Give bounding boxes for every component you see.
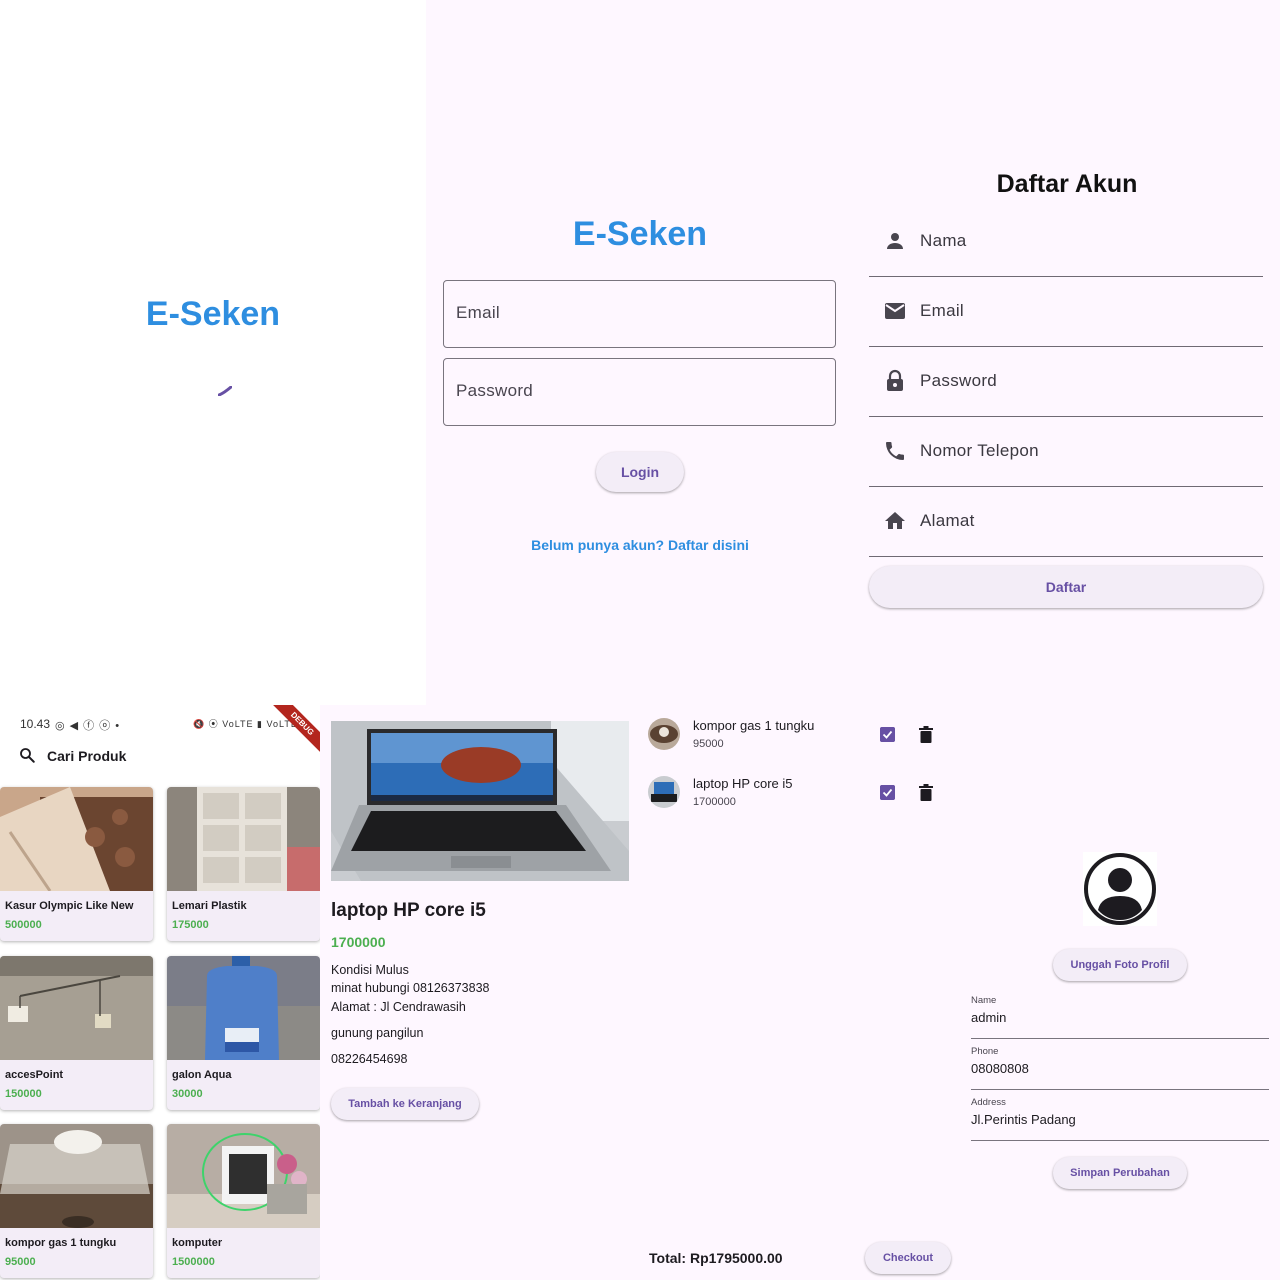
phone-field-value: 08080808 bbox=[971, 1061, 1029, 1076]
product-price: 1700000 bbox=[331, 934, 386, 950]
product-price: 150000 bbox=[5, 1088, 42, 1100]
cart-item: laptop HP core i5 1700000 bbox=[640, 776, 960, 820]
seller-phone: 08226454698 bbox=[331, 1052, 408, 1066]
password-field-label: Password bbox=[920, 371, 998, 390]
product-image bbox=[167, 956, 320, 1060]
product-card[interactable]: kompor gas 1 tungku 95000 bbox=[0, 1124, 153, 1278]
product-price: 1500000 bbox=[172, 1256, 215, 1268]
product-name: kompor gas 1 tungku bbox=[5, 1237, 117, 1249]
delete-icon[interactable] bbox=[919, 726, 933, 743]
product-image bbox=[0, 1124, 153, 1228]
cart-screen: kompor gas 1 tungku 95000 laptop HP core… bbox=[640, 705, 960, 1280]
product-image bbox=[0, 787, 153, 891]
phone-field[interactable]: Nomor Telepon bbox=[869, 417, 1263, 487]
product-name: accesPoint bbox=[5, 1069, 64, 1081]
profile-avatar-icon bbox=[1083, 852, 1157, 926]
page-title: Daftar Akun bbox=[996, 170, 1138, 198]
item-price: 1700000 bbox=[693, 796, 736, 808]
product-card[interactable]: galon Aqua 30000 bbox=[167, 956, 320, 1110]
email-field-label: Email bbox=[920, 301, 965, 320]
login-screen: E-Seken Email Password Login Belum punya… bbox=[426, 0, 854, 705]
product-card[interactable]: Lemari Plastik 175000 bbox=[167, 787, 320, 941]
search-bar[interactable]: Cari Produk bbox=[18, 745, 268, 767]
name-field-label: Name bbox=[971, 995, 997, 1006]
product-name: Kasur Olympic Like New bbox=[5, 900, 134, 912]
password-field-label: Password bbox=[456, 381, 534, 400]
phone-field[interactable]: Phone 08080808 bbox=[971, 1046, 1269, 1090]
loading-spinner-icon bbox=[218, 386, 232, 396]
profile-screen: Unggah Foto Profil Name admin Phone 0808… bbox=[960, 705, 1280, 1280]
description-line: minat hubungi 08126373838 bbox=[331, 981, 490, 995]
status-bar: 10.43 ◎ ◀ ⓕ ⓞ • 🔇 ⦿ VoLTE ▮ VoLTE ▮ bbox=[0, 715, 320, 735]
product-image bbox=[167, 787, 320, 891]
app-logo-text: E-Seken bbox=[145, 295, 281, 333]
product-name: komputer bbox=[172, 1237, 223, 1249]
item-name: laptop HP core i5 bbox=[693, 776, 793, 791]
product-card[interactable]: Kasur Olympic Like New 500000 bbox=[0, 787, 153, 941]
checkout-button[interactable]: Checkout bbox=[865, 1242, 951, 1274]
item-thumbnail bbox=[648, 776, 680, 808]
checkbox-checked-icon[interactable] bbox=[880, 785, 895, 800]
name-field[interactable]: Name admin bbox=[971, 995, 1269, 1039]
product-card[interactable]: accesPoint 150000 bbox=[0, 956, 153, 1110]
phone-field-label: Nomor Telepon bbox=[920, 441, 1039, 460]
search-label: Cari Produk bbox=[47, 748, 127, 764]
register-link[interactable]: Belum punya akun? Daftar disini bbox=[426, 537, 854, 553]
home-icon bbox=[885, 512, 905, 529]
product-detail-screen: laptop HP core i5 1700000 Kondisi Mulus … bbox=[320, 705, 640, 1280]
description-line: Kondisi Mulus bbox=[331, 963, 409, 977]
phone-field-label: Phone bbox=[971, 1046, 999, 1057]
search-icon bbox=[20, 748, 35, 763]
name-field-label: Nama bbox=[920, 231, 967, 250]
app-logo-text: E-Seken bbox=[572, 215, 708, 253]
product-card[interactable]: komputer 1500000 bbox=[167, 1124, 320, 1278]
home-screen: 10.43 ◎ ◀ ⓕ ⓞ • 🔇 ⦿ VoLTE ▮ VoLTE ▮ DEBU… bbox=[0, 705, 320, 1280]
item-thumbnail bbox=[648, 718, 680, 750]
phone-icon bbox=[886, 442, 904, 460]
address-field-value: Jl.Perintis Padang bbox=[971, 1112, 1076, 1127]
upload-photo-button[interactable]: Unggah Foto Profil bbox=[1053, 949, 1187, 981]
product-image bbox=[0, 956, 153, 1060]
product-image bbox=[167, 1124, 320, 1228]
product-name: Lemari Plastik bbox=[172, 900, 247, 912]
notification-icons: ◎ ◀ ⓕ ⓞ • bbox=[55, 720, 121, 732]
splash-screen: E-Seken bbox=[0, 0, 426, 705]
name-field[interactable]: Nama bbox=[869, 207, 1263, 277]
password-field[interactable]: Password bbox=[869, 347, 1263, 417]
product-price: 30000 bbox=[172, 1088, 203, 1100]
item-price: 95000 bbox=[693, 738, 724, 750]
register-screen: Daftar Akun Nama Email Password Nomor Te… bbox=[854, 0, 1280, 705]
name-field-value: admin bbox=[971, 1010, 1007, 1025]
email-field[interactable]: Email bbox=[443, 280, 836, 348]
product-price: 175000 bbox=[172, 919, 209, 931]
password-field[interactable]: Password bbox=[443, 358, 836, 426]
status-time: 10.43 bbox=[20, 717, 51, 731]
address-field[interactable]: Address Jl.Perintis Padang bbox=[971, 1097, 1269, 1141]
cart-item: kompor gas 1 tungku 95000 bbox=[640, 718, 960, 762]
login-button[interactable]: Login bbox=[596, 452, 684, 492]
description-line: Alamat : Jl Cendrawasih bbox=[331, 1000, 466, 1014]
checkbox-checked-icon[interactable] bbox=[880, 727, 895, 742]
product-price: 95000 bbox=[5, 1256, 36, 1268]
mail-icon bbox=[885, 303, 905, 319]
product-photo bbox=[331, 721, 629, 881]
address-field-label: Alamat bbox=[920, 511, 975, 530]
address-field[interactable]: Alamat bbox=[869, 487, 1263, 557]
product-price: 500000 bbox=[5, 919, 42, 931]
register-button[interactable]: Daftar bbox=[869, 566, 1263, 608]
address-field-label: Address bbox=[971, 1097, 1006, 1108]
lock-icon bbox=[887, 369, 903, 391]
product-name: galon Aqua bbox=[172, 1069, 232, 1081]
item-name: kompor gas 1 tungku bbox=[693, 718, 815, 733]
description-line: gunung pangilun bbox=[331, 1026, 424, 1040]
email-field[interactable]: Email bbox=[869, 277, 1263, 347]
email-field-label: Email bbox=[456, 303, 501, 322]
cart-total: Total: Rp1795000.00 bbox=[649, 1250, 783, 1266]
person-icon bbox=[887, 233, 903, 249]
save-changes-button[interactable]: Simpan Perubahan bbox=[1053, 1157, 1187, 1189]
add-to-cart-button[interactable]: Tambah ke Keranjang bbox=[331, 1088, 479, 1120]
product-title: laptop HP core i5 bbox=[331, 900, 486, 921]
delete-icon[interactable] bbox=[919, 784, 933, 801]
